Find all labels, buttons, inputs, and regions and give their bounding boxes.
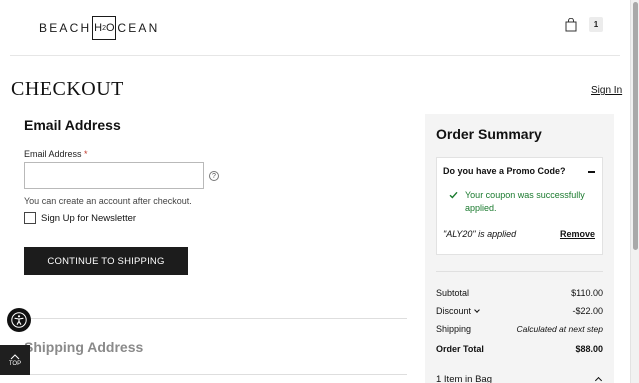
logo-mark-o: O <box>105 22 115 34</box>
bag-items-label: 1 Item in Bag <box>436 374 492 383</box>
page-title: CHECKOUT <box>11 78 124 100</box>
order-total-value: $88.00 <box>575 344 603 354</box>
section-divider <box>24 374 407 375</box>
newsletter-checkbox[interactable] <box>24 212 36 224</box>
remove-coupon-link[interactable]: Remove <box>560 229 595 239</box>
coupon-success-message: Your coupon was successfully applied. <box>465 190 585 213</box>
chevron-up-icon <box>594 376 603 383</box>
section-divider <box>24 318 407 319</box>
bag-count-badge[interactable]: 1 <box>589 17 603 32</box>
shipping-row: Shipping Calculated at next step <box>436 324 603 334</box>
bag-items-toggle[interactable]: 1 Item in Bag <box>436 374 603 383</box>
top-label: TOP <box>8 360 22 367</box>
discount-toggle[interactable]: Discount <box>436 306 480 316</box>
order-summary-title: Order Summary <box>436 126 542 142</box>
logo-mark-h: H <box>94 22 103 34</box>
subtotal-value: $110.00 <box>571 288 603 298</box>
help-icon[interactable]: ? <box>209 171 219 181</box>
promo-heading[interactable]: Do you have a Promo Code? <box>443 166 566 176</box>
accessibility-button[interactable] <box>7 308 31 332</box>
required-asterisk: * <box>84 149 88 159</box>
logo-h2o-mark: H2O <box>92 16 117 40</box>
page-scrollbar[interactable] <box>630 0 639 383</box>
order-summary-panel: Order Summary Do you have a Promo Code? … <box>425 114 614 383</box>
scrollbar-thumb[interactable] <box>633 2 638 250</box>
shopping-bag-icon[interactable] <box>565 18 577 32</box>
collapse-minus-icon[interactable] <box>588 171 595 173</box>
chevron-up-icon <box>10 353 20 359</box>
order-total-row: Order Total $88.00 <box>436 344 603 354</box>
shipping-value: Calculated at next step <box>516 324 603 334</box>
summary-divider <box>436 271 603 272</box>
newsletter-label[interactable]: Sign Up for Newsletter <box>41 213 136 224</box>
account-hint-text: You can create an account after checkout… <box>24 196 192 206</box>
applied-coupon-text: "ALY20" is applied <box>443 229 517 239</box>
email-field[interactable] <box>24 162 204 189</box>
email-field-label: Email Address * <box>24 149 88 159</box>
logo-text-right: CEAN <box>117 21 160 35</box>
subtotal-label: Subtotal <box>436 288 470 298</box>
sign-in-link[interactable]: Sign In <box>591 85 622 96</box>
site-header: BEACH H2O CEAN 1 <box>10 0 620 56</box>
discount-row: Discount -$22.00 <box>436 306 603 316</box>
email-label-text: Email Address <box>24 149 82 159</box>
email-section-title: Email Address <box>24 117 121 133</box>
promo-code-box: Do you have a Promo Code? Your coupon wa… <box>436 157 603 255</box>
discount-label: Discount <box>436 306 472 316</box>
shipping-section-title[interactable]: Shipping Address <box>24 339 143 355</box>
shipping-label: Shipping <box>436 324 472 334</box>
subtotal-row: Subtotal $110.00 <box>436 288 603 298</box>
order-total-label: Order Total <box>436 344 484 354</box>
accessibility-icon <box>11 312 27 328</box>
logo-text-left: BEACH <box>39 21 92 35</box>
brand-logo[interactable]: BEACH H2O CEAN <box>39 16 159 40</box>
back-to-top-button[interactable]: TOP <box>0 345 30 375</box>
continue-to-shipping-button[interactable]: CONTINUE TO SHIPPING <box>24 247 188 275</box>
checkmark-icon <box>449 191 458 199</box>
chevron-down-icon <box>474 307 480 313</box>
discount-value: -$22.00 <box>572 306 603 316</box>
